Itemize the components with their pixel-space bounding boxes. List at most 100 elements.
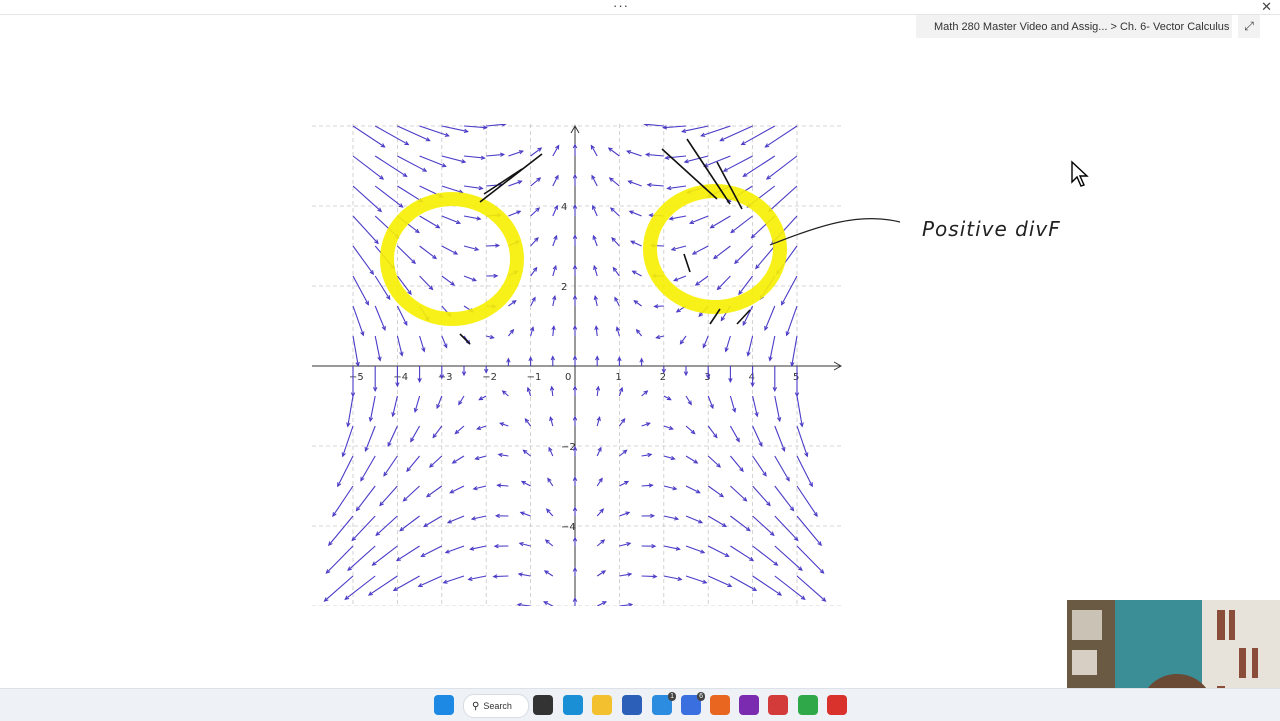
field-arrow bbox=[372, 546, 397, 565]
field-arrow bbox=[380, 486, 397, 506]
taskbar-search-button[interactable]: ⚲Search bbox=[463, 694, 529, 718]
field-arrow bbox=[433, 426, 442, 438]
field-arrow bbox=[775, 426, 785, 451]
taskbar-camtasia-icon[interactable] bbox=[798, 695, 818, 715]
field-arrow bbox=[376, 516, 397, 535]
field-arrow bbox=[699, 306, 708, 316]
field-arrow bbox=[690, 216, 708, 223]
field-arrow bbox=[730, 456, 743, 471]
field-arrow bbox=[686, 576, 706, 583]
field-arrow bbox=[356, 486, 375, 511]
field-arrow bbox=[442, 156, 465, 162]
field-arrow bbox=[753, 576, 782, 595]
field-arrow bbox=[782, 276, 797, 305]
field-arrow bbox=[420, 276, 433, 289]
field-arrow bbox=[730, 426, 739, 442]
x-tick-label: 4 bbox=[749, 372, 755, 383]
field-arrow bbox=[407, 456, 420, 471]
notebook-breadcrumb[interactable]: Math 280 Master Video and Assig... > Ch.… bbox=[916, 15, 1232, 38]
x-tick-label: 5 bbox=[793, 372, 799, 383]
field-arrow bbox=[333, 486, 353, 516]
field-arrow bbox=[353, 156, 383, 179]
field-arrow bbox=[531, 148, 542, 156]
taskbar-mail-icon[interactable]: 1 bbox=[652, 695, 672, 715]
y-tick-label: 4 bbox=[561, 202, 567, 213]
field-arrow bbox=[348, 396, 353, 426]
field-arrow bbox=[727, 186, 752, 202]
taskbar: 16⚲Search bbox=[0, 688, 1280, 721]
field-arrow bbox=[775, 456, 789, 481]
annotation-text: Positive divF bbox=[922, 217, 1061, 241]
mouse-cursor-icon bbox=[1070, 160, 1092, 188]
taskbar-file-explorer-icon[interactable] bbox=[592, 695, 612, 715]
taskbar-edge-icon[interactable] bbox=[563, 695, 583, 715]
field-arrow bbox=[403, 486, 419, 501]
field-arrow bbox=[730, 486, 746, 501]
taskbar-recorder-icon[interactable] bbox=[827, 695, 847, 715]
field-arrow bbox=[787, 306, 797, 335]
y-tick-label: −4 bbox=[561, 522, 576, 533]
field-arrow bbox=[730, 576, 756, 590]
y-tick-label: 2 bbox=[561, 282, 567, 293]
field-arrow bbox=[352, 516, 375, 540]
field-arrow bbox=[686, 516, 702, 523]
field-arrow bbox=[714, 246, 731, 259]
y-tick-label: −2 bbox=[561, 442, 576, 453]
vector-field-plot: −5−4−3−2−101234542−2−4 bbox=[312, 124, 842, 606]
field-arrow bbox=[494, 576, 509, 577]
taskbar-badge: 1 bbox=[668, 692, 676, 701]
x-tick-label: −3 bbox=[438, 372, 453, 383]
field-arrow bbox=[419, 576, 442, 586]
field-arrow bbox=[397, 216, 419, 233]
field-arrow bbox=[375, 216, 398, 238]
field-arrow bbox=[721, 306, 730, 320]
field-arrow bbox=[375, 306, 385, 330]
field-arrow bbox=[775, 546, 802, 570]
more-options-icon[interactable]: ··· bbox=[613, 0, 629, 13]
taskbar-onenote-icon[interactable] bbox=[739, 695, 759, 715]
field-arrow bbox=[769, 186, 797, 211]
field-arrow bbox=[375, 186, 402, 207]
field-arrow bbox=[446, 546, 464, 553]
field-arrow bbox=[753, 426, 762, 446]
field-arrow bbox=[400, 516, 419, 531]
field-arrow bbox=[369, 576, 398, 595]
field-arrow bbox=[770, 336, 775, 360]
field-arrow bbox=[394, 576, 420, 590]
expand-button[interactable]: ⤢ bbox=[1238, 15, 1260, 38]
field-arrow bbox=[442, 186, 463, 193]
field-arrow bbox=[420, 126, 449, 136]
vector-field-svg: −5−4−3−2−101234542−2−4 bbox=[312, 124, 842, 606]
search-label: Search bbox=[483, 701, 512, 711]
x-tick-label: 1 bbox=[615, 372, 621, 383]
field-arrow bbox=[797, 456, 812, 486]
field-arrow bbox=[792, 336, 797, 366]
field-arrow bbox=[701, 126, 730, 136]
taskbar-task-view-icon[interactable] bbox=[533, 695, 553, 715]
x-tick-label: −5 bbox=[349, 372, 364, 383]
field-arrow bbox=[708, 426, 717, 438]
field-arrow bbox=[353, 216, 378, 243]
taskbar-start-icon[interactable] bbox=[434, 695, 454, 715]
field-arrow bbox=[421, 546, 441, 556]
field-arrow bbox=[531, 208, 540, 216]
field-arrow bbox=[609, 148, 620, 156]
taskbar-badge: 6 bbox=[697, 692, 705, 701]
field-arrow bbox=[735, 246, 753, 263]
field-arrow bbox=[375, 276, 390, 299]
field-arrow bbox=[397, 276, 411, 294]
field-arrow bbox=[448, 516, 464, 523]
field-arrow bbox=[686, 546, 704, 553]
field-arrow bbox=[338, 456, 353, 486]
close-icon[interactable]: ✕ bbox=[1261, 0, 1272, 15]
field-arrow bbox=[797, 516, 821, 545]
taskbar-todo-icon[interactable]: 6 bbox=[681, 695, 701, 715]
field-arrow bbox=[767, 156, 797, 179]
field-arrow bbox=[687, 186, 708, 193]
taskbar-firefox-icon[interactable] bbox=[710, 695, 730, 715]
taskbar-snipping-tool-icon[interactable] bbox=[768, 695, 788, 715]
field-arrow bbox=[717, 276, 730, 289]
field-arrow bbox=[753, 486, 770, 506]
taskbar-store-icon[interactable] bbox=[622, 695, 642, 715]
field-arrow bbox=[353, 246, 373, 274]
